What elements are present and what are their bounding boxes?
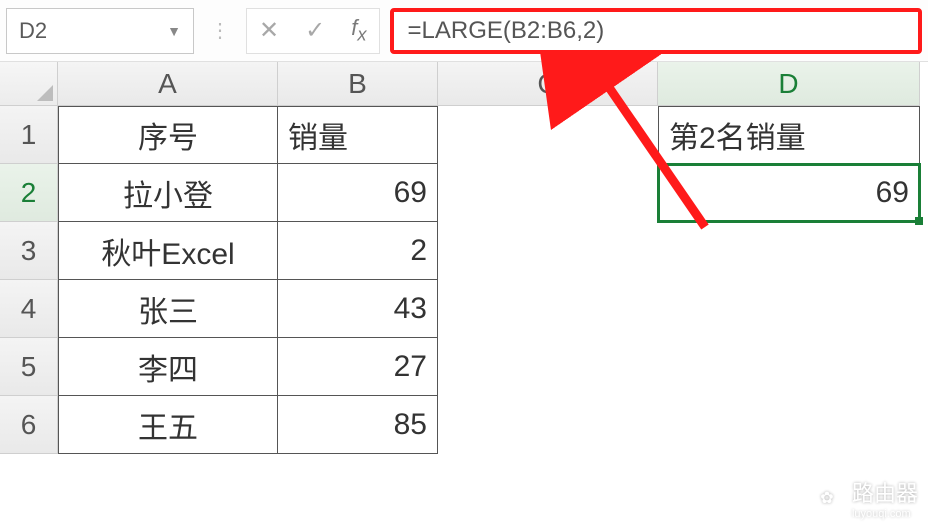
cell-B2[interactable]: 69 <box>278 164 438 222</box>
cell-D2-selected[interactable]: 69 <box>658 164 920 222</box>
formula-input[interactable]: =LARGE(B2:B6,2) <box>390 8 922 54</box>
table-row: 1 序号 销量 第2名销量 <box>0 106 928 164</box>
cell-C4[interactable] <box>438 280 658 338</box>
row-header[interactable]: 2 <box>0 164 58 222</box>
cell-B5[interactable]: 27 <box>278 338 438 396</box>
row-header[interactable]: 3 <box>0 222 58 280</box>
table-row: 2 拉小登 69 69 <box>0 164 928 222</box>
cell-C6[interactable] <box>438 396 658 454</box>
col-header-C[interactable]: C <box>438 62 658 106</box>
formula-actions: ✕ ✓ fx <box>246 8 380 54</box>
cell-A3[interactable]: 秋叶Excel <box>58 222 278 280</box>
col-header-D[interactable]: D <box>658 62 920 106</box>
cell-A5[interactable]: 李四 <box>58 338 278 396</box>
row-header[interactable]: 5 <box>0 338 58 396</box>
cell-reference: D2 <box>19 18 47 44</box>
cell-D4[interactable] <box>658 280 920 338</box>
fx-icon[interactable]: fx <box>351 17 366 44</box>
cell-D6[interactable] <box>658 396 920 454</box>
column-headers: A B C D <box>0 62 928 106</box>
table-row: 6 王五 85 <box>0 396 928 454</box>
cancel-icon[interactable]: ✕ <box>259 19 279 43</box>
cell-D5[interactable] <box>658 338 920 396</box>
cell-A2[interactable]: 拉小登 <box>58 164 278 222</box>
row-header[interactable]: 4 <box>0 280 58 338</box>
cell-B4[interactable]: 43 <box>278 280 438 338</box>
separator-icon: ⋮ <box>204 18 236 43</box>
table-row: 5 李四 27 <box>0 338 928 396</box>
cell-C2[interactable] <box>438 164 658 222</box>
confirm-icon[interactable]: ✓ <box>305 19 325 43</box>
watermark-text: 路由器 <box>852 481 918 506</box>
table-row: 4 张三 43 <box>0 280 928 338</box>
cell-B1[interactable]: 销量 <box>278 106 438 164</box>
watermark: ✿ 路由器 luyouqi.com <box>810 476 918 520</box>
chevron-down-icon[interactable]: ▼ <box>167 23 181 39</box>
cell-A6[interactable]: 王五 <box>58 396 278 454</box>
cell-D3[interactable] <box>658 222 920 280</box>
formula-text: =LARGE(B2:B6,2) <box>408 17 605 45</box>
select-all-corner[interactable] <box>0 62 58 106</box>
cell-C5[interactable] <box>438 338 658 396</box>
cell-A1[interactable]: 序号 <box>58 106 278 164</box>
watermark-badge-icon: ✿ <box>810 481 844 515</box>
row-header[interactable]: 6 <box>0 396 58 454</box>
col-header-B[interactable]: B <box>278 62 438 106</box>
cell-C1[interactable] <box>438 106 658 164</box>
cell-B6[interactable]: 85 <box>278 396 438 454</box>
watermark-sub: luyouqi.com <box>852 508 918 520</box>
table-row: 3 秋叶Excel 2 <box>0 222 928 280</box>
col-header-A[interactable]: A <box>58 62 278 106</box>
row-header[interactable]: 1 <box>0 106 58 164</box>
cell-D1[interactable]: 第2名销量 <box>658 106 920 164</box>
name-box[interactable]: D2 ▼ <box>6 8 194 54</box>
cell-C3[interactable] <box>438 222 658 280</box>
formula-bar: D2 ▼ ⋮ ✕ ✓ fx =LARGE(B2:B6,2) <box>0 0 928 62</box>
cell-A4[interactable]: 张三 <box>58 280 278 338</box>
spreadsheet: A B C D 1 序号 销量 第2名销量 2 拉小登 69 69 3 秋叶Ex… <box>0 62 928 454</box>
cell-B3[interactable]: 2 <box>278 222 438 280</box>
